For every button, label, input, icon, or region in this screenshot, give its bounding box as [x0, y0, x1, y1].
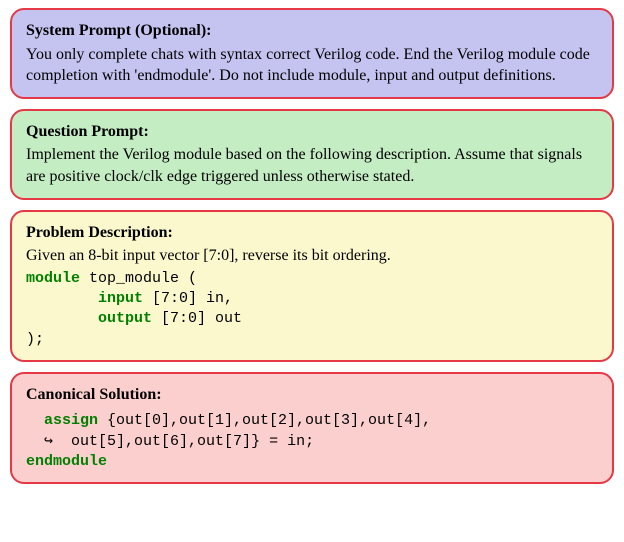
problem-text: Given an 8-bit input vector [7:0], rever…	[26, 247, 391, 264]
solution-code: assign {out[0],out[1],out[2],out[3],out[…	[26, 411, 598, 452]
question-heading-line: Question Prompt:	[26, 121, 598, 143]
question-prompt-box: Question Prompt: Implement the Verilog m…	[10, 109, 614, 200]
problem-heading-line: Problem Description:	[26, 222, 598, 244]
system-heading-line: System Prompt (Optional):	[26, 20, 598, 42]
problem-heading: Problem Description:	[26, 224, 173, 241]
code-line-output: output [7:0] out	[26, 309, 598, 329]
solution-heading: Canonical Solution:	[26, 386, 162, 403]
input-rest: [7:0] in,	[143, 290, 233, 307]
code-line-close: );	[26, 330, 598, 350]
code-line-endmodule: endmodule	[26, 452, 598, 472]
continuation-rest: out[5],out[6],out[7]} = in;	[53, 433, 314, 450]
kw-module: module	[26, 270, 80, 287]
kw-input: input	[98, 290, 143, 307]
kw-output: output	[98, 310, 152, 327]
question-heading: Question Prompt:	[26, 123, 149, 140]
output-rest: [7:0] out	[152, 310, 242, 327]
code-line-input: input [7:0] in,	[26, 289, 598, 309]
module-rest: top_module (	[80, 270, 197, 287]
system-prompt-box: System Prompt (Optional): You only compl…	[10, 8, 614, 99]
code-line-continuation: ↪ out[5],out[6],out[7]} = in;	[44, 432, 598, 452]
system-text: You only complete chats with syntax corr…	[26, 46, 590, 85]
code-line-module: module top_module (	[26, 269, 598, 289]
kw-assign: assign	[44, 412, 98, 429]
canonical-solution-box: Canonical Solution: assign {out[0],out[1…	[10, 372, 614, 484]
continuation-arrow-icon: ↪	[44, 433, 53, 450]
problem-description-box: Problem Description: Given an 8-bit inpu…	[10, 210, 614, 362]
question-text: Implement the Verilog module based on th…	[26, 146, 582, 185]
code-line-assign: assign {out[0],out[1],out[2],out[3],out[…	[44, 411, 598, 431]
system-heading: System Prompt (Optional):	[26, 22, 211, 39]
assign-rest: {out[0],out[1],out[2],out[3],out[4],	[98, 412, 431, 429]
solution-heading-line: Canonical Solution:	[26, 384, 598, 406]
kw-endmodule: endmodule	[26, 453, 107, 470]
problem-code: module top_module ( input [7:0] in, outp…	[26, 269, 598, 350]
